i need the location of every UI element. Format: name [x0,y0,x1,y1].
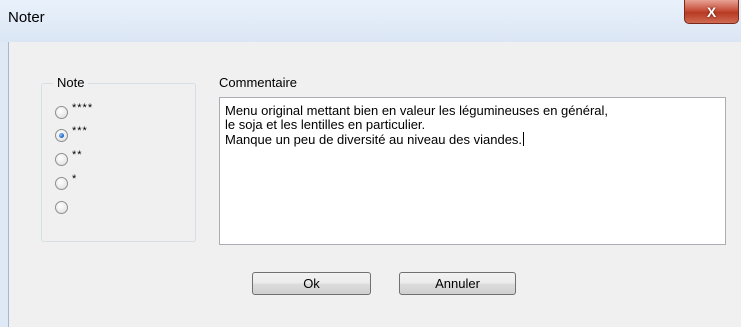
stars-label: * [72,173,78,185]
radio-button[interactable] [55,176,68,190]
cancel-button[interactable]: Annuler [399,272,516,295]
rating-option-3-stars[interactable]: *** [55,125,88,144]
rating-group-label: Note [53,75,89,90]
rating-option-2-stars[interactable]: ** [55,149,83,168]
rating-option-0-stars[interactable] [55,198,72,216]
stars-label: *** [72,125,88,137]
window-title: Noter [8,9,45,26]
stars-label: **** [72,102,94,114]
dialog-client-area: Note **** *** ** * Commentaire Menu orig… [8,42,741,327]
comment-line: Menu original mettant bien en valeur les… [225,103,609,118]
comment-line-last: Manque un peu de diversité au niveau des… [225,132,720,147]
title-bar[interactable]: Noter X [0,0,741,42]
text-caret [523,132,525,146]
stars-label: ** [72,149,83,161]
comment-line: le soja et les lentilles en particulier. [225,117,426,132]
comment-label: Commentaire [219,75,298,90]
comment-textarea[interactable]: Menu original mettant bien en valeur les… [219,97,726,245]
ok-button[interactable]: Ok [252,272,371,295]
close-button[interactable]: X [684,0,739,24]
radio-button-selected[interactable] [55,128,68,142]
radio-button[interactable] [55,200,68,214]
radio-button[interactable] [55,105,68,119]
close-icon: X [706,3,717,20]
rating-option-4-stars[interactable]: **** [55,102,94,121]
radio-button[interactable] [55,152,68,166]
rating-option-1-star[interactable]: * [55,173,78,192]
comment-line-text: Manque un peu de diversité au niveau des… [225,132,523,147]
dialog-window: Noter X Note **** *** ** * Commentaire M… [0,0,741,327]
